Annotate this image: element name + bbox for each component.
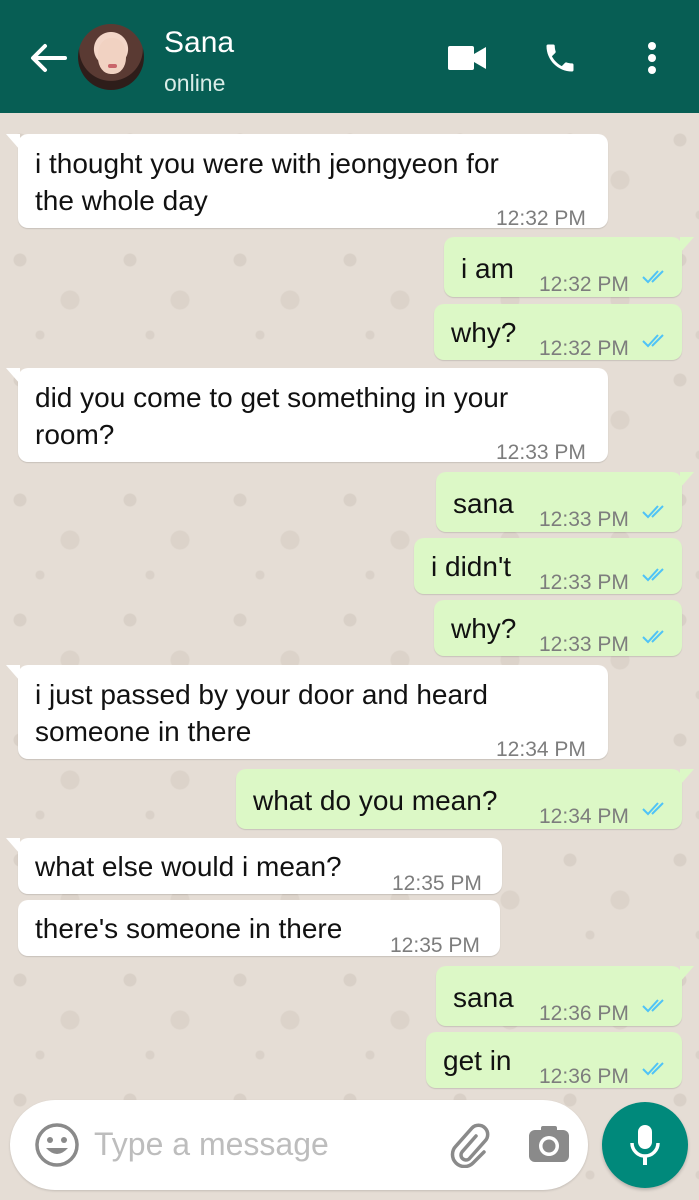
read-receipt-icon: [642, 568, 664, 582]
emoji-icon[interactable]: [34, 1122, 80, 1168]
message-time: 12:35 PM: [390, 934, 480, 957]
message-time: 12:33 PM: [539, 508, 629, 531]
message-bubble-outgoing[interactable]: sana 12:36 PM: [436, 966, 694, 1026]
read-receipt-icon: [642, 1062, 664, 1076]
contact-avatar[interactable]: [78, 24, 144, 90]
message-time: 12:34 PM: [496, 738, 586, 761]
camera-icon[interactable]: [526, 1122, 572, 1168]
read-receipt-icon: [642, 630, 664, 644]
message-time: 12:32 PM: [496, 207, 586, 230]
message-bubble-incoming[interactable]: did you come to get something in your ro…: [6, 368, 608, 464]
message-bubble-outgoing[interactable]: i didn't 12:33 PM: [414, 538, 682, 594]
message-text: what do you mean?: [253, 785, 498, 816]
read-receipt-icon: [642, 802, 664, 816]
message-time: 12:32 PM: [539, 273, 629, 296]
mic-icon: [630, 1125, 660, 1165]
message-text: i thought you were with jeongyeon for th…: [35, 148, 499, 216]
message-text: why?: [451, 317, 517, 348]
contact-status: online: [164, 70, 226, 96]
message-time: 12:33 PM: [539, 571, 629, 594]
read-receipt-icon: [642, 999, 664, 1013]
message-bubble-outgoing[interactable]: why? 12:32 PM: [434, 304, 682, 360]
message-text: what else would i mean?: [35, 851, 342, 882]
contact-name[interactable]: Sana: [164, 26, 234, 60]
message-time: 12:33 PM: [496, 441, 586, 464]
message-bubble-outgoing[interactable]: get in 12:36 PM: [426, 1032, 682, 1088]
message-text: there's someone in there: [35, 913, 343, 944]
message-text: sana: [453, 982, 514, 1013]
read-receipt-icon: [642, 334, 664, 348]
message-bubble-incoming[interactable]: there's someone in there 12:35 PM: [18, 900, 500, 957]
voice-call-icon[interactable]: [540, 38, 580, 78]
message-time: 12:32 PM: [539, 337, 629, 360]
message-time: 12:36 PM: [539, 1002, 629, 1025]
message-bubble-incoming[interactable]: i thought you were with jeongyeon for th…: [6, 134, 608, 230]
message-bubble-incoming[interactable]: i just passed by your door and heard som…: [6, 665, 608, 761]
message-text: i just passed by your door and heard som…: [35, 679, 488, 747]
message-text: why?: [451, 613, 517, 644]
message-bubble-outgoing[interactable]: why? 12:33 PM: [434, 600, 682, 656]
message-bubble-incoming[interactable]: what else would i mean? 12:35 PM: [6, 838, 502, 895]
message-text: did you come to get something in your ro…: [35, 382, 509, 450]
read-receipt-icon: [642, 505, 664, 519]
read-receipt-icon: [642, 270, 664, 284]
message-input[interactable]: Type a message: [94, 1126, 329, 1163]
message-time: 12:34 PM: [539, 805, 629, 828]
message-text: sana: [453, 488, 514, 519]
chat-header: Sana online: [0, 0, 699, 113]
mic-button[interactable]: [602, 1102, 688, 1188]
message-text: i am: [461, 253, 514, 284]
attach-icon[interactable]: [446, 1122, 492, 1168]
message-text: i didn't: [431, 551, 512, 582]
video-call-icon[interactable]: [446, 38, 488, 78]
message-time: 12:33 PM: [539, 633, 629, 656]
message-time: 12:35 PM: [392, 872, 482, 895]
message-time: 12:36 PM: [539, 1065, 629, 1088]
message-bubble-outgoing[interactable]: what do you mean? 12:34 PM: [236, 769, 694, 829]
more-options-icon[interactable]: [640, 38, 664, 78]
message-composer[interactable]: Type a message: [10, 1100, 588, 1190]
message-bubble-outgoing[interactable]: i am 12:32 PM: [444, 237, 694, 297]
message-bubble-outgoing[interactable]: sana 12:33 PM: [436, 472, 694, 532]
back-arrow-icon[interactable]: [26, 40, 70, 76]
message-text: get in: [443, 1045, 512, 1076]
